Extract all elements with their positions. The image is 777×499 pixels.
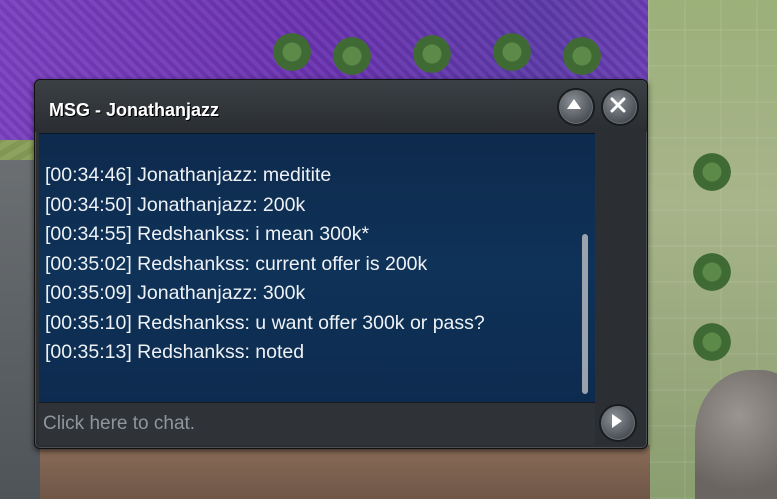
dirt-path (40, 445, 650, 499)
send-arrow-icon (612, 414, 622, 428)
chat-input[interactable] (43, 411, 583, 437)
message-history[interactable]: [00:34:46] Jonathanjazz: meditite [00:34… (39, 133, 595, 402)
send-button[interactable] (599, 404, 637, 442)
chat-message: [00:35:02] Redshankss: current offer is … (45, 252, 428, 275)
chat-message: [00:34:55] Redshankss: i mean 300k* (45, 223, 370, 245)
chat-message: [00:34:46] Jonathanjazz: meditite (45, 164, 332, 186)
chat-message: [00:35:09] Jonathanjazz: 300k (45, 282, 306, 304)
message-list: [00:34:46] Jonathanjazz: meditite [00:34… (45, 161, 575, 368)
window-title-bar[interactable]: MSG - Jonathanjazz (35, 80, 647, 132)
minimize-button[interactable] (557, 88, 595, 126)
scrollbar-thumb[interactable] (582, 234, 588, 394)
chat-input-row (39, 402, 595, 445)
chevron-up-icon (567, 99, 581, 109)
chat-message: [00:35:13] Redshankss: noted (45, 341, 305, 363)
close-button[interactable] (601, 88, 639, 126)
close-icon (610, 97, 626, 113)
private-message-window[interactable]: MSG - Jonathanjazz [00:34:46] Jonathanja… (34, 79, 648, 449)
chat-message: [00:34:50] Jonathanjazz: 200k (45, 193, 306, 216)
window-title: MSG - Jonathanjazz (49, 100, 220, 120)
chat-message: [00:35:10] Redshankss: u want offer 300k… (45, 311, 485, 334)
